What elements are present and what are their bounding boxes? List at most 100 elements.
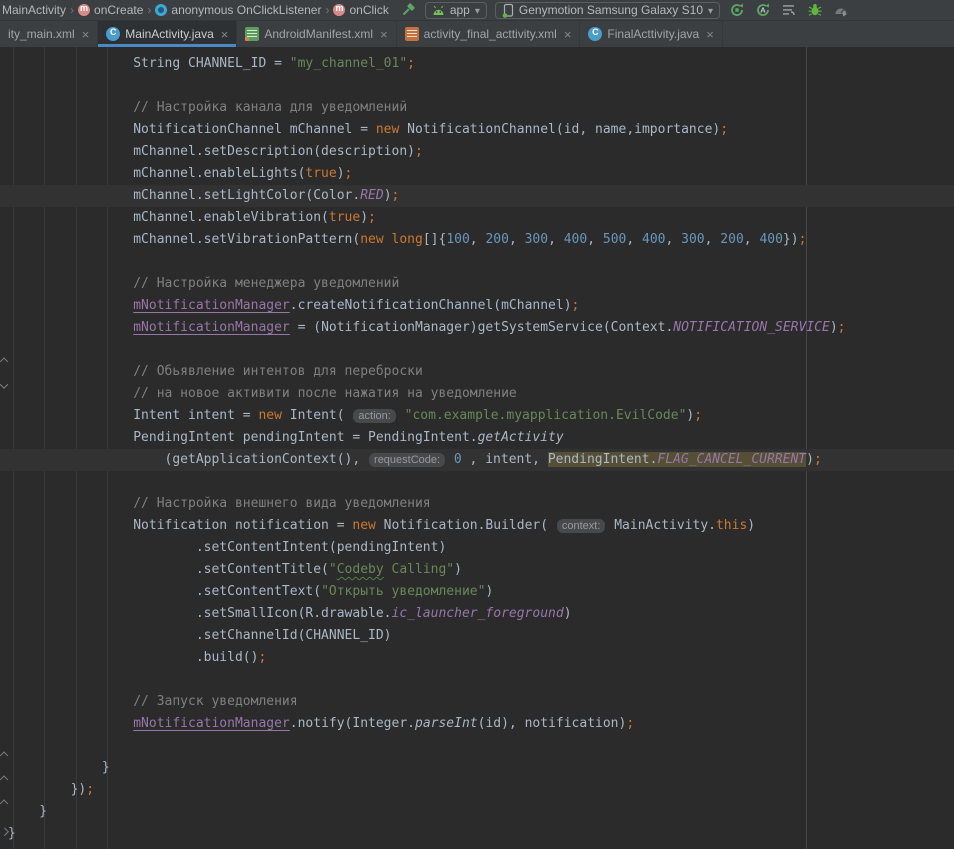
code-token: mChannel.enableVibration( [133, 210, 329, 225]
code-line: // на новое активити после нажатия на ув… [8, 383, 954, 405]
code-token: 400 [564, 232, 587, 247]
code-editor[interactable]: String CHANNEL_ID = "my_channel_01"; // … [0, 47, 954, 849]
breadcrumb-separator-icon [146, 3, 152, 17]
code-token: PendingIntent pendingIntent = PendingInt… [133, 430, 477, 445]
close-icon[interactable] [562, 28, 572, 41]
apply-code-changes-icon[interactable]: A [754, 1, 772, 19]
code-line: .setChannelId(CHANNEL_ID) [8, 625, 954, 647]
build-hammer-icon[interactable] [399, 1, 417, 19]
close-icon[interactable] [704, 28, 714, 41]
code-line: mChannel.setDescription(description); [8, 141, 954, 163]
code-token: .setContentIntent(pendingIntent) [196, 540, 446, 555]
code-line: mChannel.setVibrationPattern(new long[]{… [8, 229, 954, 251]
code-token: // Настройка менеджера уведомлений [133, 276, 399, 291]
editor-tab[interactable]: FinalActtivity.java [580, 21, 722, 47]
anonymous-class-icon [155, 4, 167, 16]
close-icon[interactable] [219, 28, 229, 41]
code-token: , intent, [462, 452, 548, 467]
code-line: // Запуск уведомления [8, 691, 954, 713]
close-icon[interactable] [378, 28, 388, 41]
code-line: // Настройка канала для уведомлений [8, 97, 954, 119]
run-with-coverage-icon[interactable] [780, 1, 798, 19]
device-selector[interactable]: Genymotion Samsung Galaxy S10 [495, 2, 720, 19]
breadcrumb-item[interactable]: onCreate [78, 3, 143, 17]
code-token: mNotificationManager [133, 298, 290, 313]
code-token: Intent intent = [133, 408, 258, 423]
code-token: "Открыть уведомление" [321, 584, 485, 599]
module-selector-label: app [450, 3, 470, 17]
code-token: ) [337, 166, 345, 181]
code-line [8, 735, 954, 757]
code-line: .setContentText("Открыть уведомление") [8, 581, 954, 603]
device-selector-label: Genymotion Samsung Galaxy S10 [519, 3, 703, 17]
code-token: .setChannelId(CHANNEL_ID) [196, 628, 392, 643]
code-line [8, 669, 954, 691]
editor-tab[interactable]: activity_final_acttivity.xml [397, 21, 581, 47]
code-token: } [39, 804, 47, 819]
code-token: ; [814, 452, 822, 467]
code-token: , [509, 232, 525, 247]
code-token: new [352, 518, 375, 533]
code-token: getActivity [478, 430, 564, 445]
tab-label: activity_final_acttivity.xml [424, 27, 557, 41]
code-token: .build() [196, 650, 259, 665]
code-line: } [8, 823, 954, 845]
code-line: mNotificationManager = (NotificationMana… [8, 317, 954, 339]
code-token: ) [830, 320, 838, 335]
code-line: }); [8, 779, 954, 801]
code-token: "com.example.myapplication.EvilCode" [405, 408, 687, 423]
profiler-icon[interactable] [832, 1, 850, 19]
breadcrumb-label: onClick [349, 3, 388, 17]
code-token: NotificationChannel(id, name,importance) [399, 122, 720, 137]
tab-label: AndroidManifest.xml [264, 27, 373, 41]
editor-tab-bar: ity_main.xmlMainActivity.java AndroidMani… [0, 21, 954, 47]
code-token: ) [485, 584, 493, 599]
code-token: new [360, 232, 383, 247]
code-line: mNotificationManager.notify(Integer.pars… [8, 713, 954, 735]
code-token: , [587, 232, 603, 247]
code-token [384, 232, 392, 247]
code-token: true [329, 210, 360, 225]
code-token: 500 [603, 232, 626, 247]
breadcrumb-item[interactable]: MainActivity [2, 3, 66, 17]
breadcrumb-label: anonymous OnClickListener [171, 3, 321, 17]
code-token: mChannel.setVibrationPattern( [133, 232, 360, 247]
code-line: mNotificationManager.createNotificationC… [8, 295, 954, 317]
code-token: ) [384, 188, 392, 203]
java-class-icon [588, 27, 602, 41]
breadcrumb-item[interactable]: onClick [333, 3, 388, 17]
code-line [8, 251, 954, 273]
code-line: Intent intent = new Intent( action: "com… [8, 405, 954, 427]
editor-tab[interactable]: ity_main.xml [0, 21, 98, 47]
code-token: NOTIFICATION_SERVICE [673, 320, 830, 335]
code-token: 200 [485, 232, 508, 247]
code-line [8, 75, 954, 97]
code-token: ; [720, 122, 728, 137]
code-token: ) [454, 562, 462, 577]
code-token: .createNotificationChannel(mChannel) [290, 298, 572, 313]
method-icon [78, 4, 90, 16]
code-token: mChannel.setLightColor(Color. [133, 188, 360, 203]
code-token: , [744, 232, 760, 247]
editor-tab[interactable]: AndroidManifest.xml [237, 21, 396, 47]
module-selector[interactable]: app [425, 2, 487, 19]
code-token: parseInt [415, 716, 478, 731]
editor-tab[interactable]: MainActivity.java [98, 21, 237, 47]
code-token: 400 [759, 232, 782, 247]
code-token: , [666, 232, 682, 247]
code-line: } [8, 757, 954, 779]
breadcrumb-item[interactable]: anonymous OnClickListener [155, 3, 321, 17]
code-token: // Запуск уведомления [133, 694, 297, 709]
code-token: action: [353, 409, 395, 423]
code-token: " [329, 562, 337, 577]
java-class-icon [106, 27, 120, 41]
toolbar-actions: app Genymotion Samsung Galaxy S10 [399, 1, 850, 19]
code-token: Intent( [282, 408, 352, 423]
navigation-bar: MainActivity onCreate anonymous OnClickLis… [0, 0, 954, 21]
breadcrumb: MainActivity onCreate anonymous OnClickLis… [2, 3, 389, 17]
debug-bug-icon[interactable] [806, 1, 824, 19]
apply-changes-icon[interactable] [728, 1, 746, 19]
code-token: ; [258, 650, 266, 665]
code-token: 0 [454, 452, 462, 467]
close-icon[interactable] [80, 28, 90, 41]
